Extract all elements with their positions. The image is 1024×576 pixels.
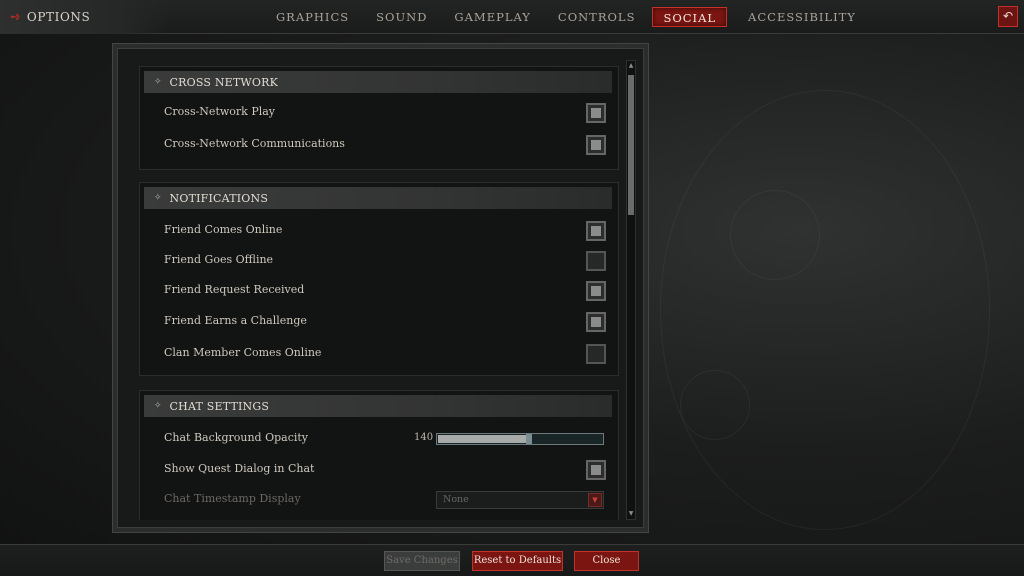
- top-bar: ➺ OPTIONS GRAPHICS SOUND GAMEPLAY CONTRO…: [0, 0, 1024, 34]
- tab-sound[interactable]: SOUND: [366, 7, 437, 27]
- tab-bar: GRAPHICS SOUND GAMEPLAY CONTROLS SOCIAL …: [266, 7, 867, 27]
- setting-friend-earns-challenge[interactable]: Friend Earns a Challenge: [140, 311, 620, 333]
- setting-label: Friend Goes Offline: [164, 253, 274, 266]
- section-header: ✧ CROSS NETWORK: [144, 71, 612, 93]
- setting-chat-background-opacity: Chat Background Opacity 140: [140, 428, 620, 450]
- setting-cross-network-communications[interactable]: Cross-Network Communications: [140, 134, 620, 156]
- tab-social[interactable]: SOCIAL: [652, 7, 728, 27]
- section-header: ✧ NOTIFICATIONS: [144, 187, 612, 209]
- dropdown-value: None: [443, 494, 469, 505]
- diamond-icon: ✧: [154, 77, 162, 87]
- scroll-thumb[interactable]: [628, 75, 634, 215]
- setting-label: Chat Timestamp Display: [164, 492, 301, 505]
- back-button[interactable]: ↶: [998, 6, 1018, 27]
- checkbox[interactable]: [586, 460, 606, 480]
- checkbox[interactable]: [586, 135, 606, 155]
- arrow-icon: ➺: [10, 9, 21, 25]
- setting-label: Chat Background Opacity: [164, 431, 309, 444]
- setting-show-quest-dialog[interactable]: Show Quest Dialog in Chat: [140, 459, 620, 481]
- section-header: ✧ CHAT SETTINGS: [144, 395, 612, 417]
- checkbox[interactable]: [586, 103, 606, 123]
- setting-label: Show Quest Dialog in Chat: [164, 462, 315, 475]
- options-list[interactable]: ✧ CROSS NETWORK Cross-Network Play Cross…: [125, 56, 622, 520]
- diamond-icon: ✧: [154, 401, 162, 411]
- close-button[interactable]: Close: [574, 551, 639, 571]
- setting-label: Cross-Network Communications: [164, 137, 345, 150]
- section-notifications: ✧ NOTIFICATIONS Friend Comes Online Frie…: [139, 182, 619, 376]
- slider-fill: [438, 435, 526, 443]
- bottom-bar: Save Changes Reset to Defaults Close: [0, 544, 1024, 576]
- tab-gameplay[interactable]: GAMEPLAY: [444, 7, 540, 27]
- tab-graphics[interactable]: GRAPHICS: [266, 7, 359, 27]
- section-title: NOTIFICATIONS: [169, 191, 269, 205]
- scroll-up-icon[interactable]: ▲: [627, 61, 635, 71]
- setting-label: Friend Comes Online: [164, 223, 283, 236]
- tab-controls[interactable]: CONTROLS: [548, 7, 646, 27]
- setting-clan-member-comes-online[interactable]: Clan Member Comes Online: [140, 343, 620, 365]
- setting-cross-network-play[interactable]: Cross-Network Play: [140, 102, 620, 124]
- options-title: ➺ OPTIONS: [0, 0, 170, 34]
- scrollbar[interactable]: ▲ ▼: [626, 60, 636, 520]
- checkbox[interactable]: [586, 221, 606, 241]
- chevron-down-icon[interactable]: ▼: [588, 493, 602, 507]
- setting-label: Cross-Network Play: [164, 105, 276, 118]
- tab-accessibility[interactable]: ACCESSIBILITY: [738, 7, 866, 27]
- section-title: CROSS NETWORK: [169, 75, 279, 89]
- undo-arrow-icon: ↶: [1002, 9, 1014, 23]
- setting-chat-timestamp-display: Chat Timestamp Display None ▼: [140, 489, 620, 511]
- section-cross-network: ✧ CROSS NETWORK Cross-Network Play Cross…: [139, 66, 619, 170]
- opacity-slider[interactable]: [436, 433, 604, 445]
- setting-friend-goes-offline[interactable]: Friend Goes Offline: [140, 250, 620, 272]
- slider-handle[interactable]: [526, 434, 532, 444]
- background-rune: [660, 90, 990, 530]
- checkbox[interactable]: [586, 344, 606, 364]
- checkbox[interactable]: [586, 281, 606, 301]
- options-title-text: OPTIONS: [26, 10, 91, 24]
- reset-to-defaults-button[interactable]: Reset to Defaults: [472, 551, 563, 571]
- setting-friend-request-received[interactable]: Friend Request Received: [140, 280, 620, 302]
- timestamp-dropdown[interactable]: None ▼: [436, 491, 604, 509]
- setting-label: Clan Member Comes Online: [164, 346, 322, 359]
- setting-friend-comes-online[interactable]: Friend Comes Online: [140, 220, 620, 242]
- options-panel: ✧ CROSS NETWORK Cross-Network Play Cross…: [113, 44, 648, 532]
- setting-label: Friend Earns a Challenge: [164, 314, 307, 327]
- checkbox[interactable]: [586, 251, 606, 271]
- section-title: CHAT SETTINGS: [169, 399, 270, 413]
- setting-label: Friend Request Received: [164, 283, 305, 296]
- section-chat-settings: ✧ CHAT SETTINGS Chat Background Opacity …: [139, 390, 619, 520]
- checkbox[interactable]: [586, 312, 606, 332]
- scroll-down-icon[interactable]: ▼: [627, 509, 635, 519]
- slider-value: 140: [414, 432, 434, 443]
- save-changes-button[interactable]: Save Changes: [384, 551, 460, 571]
- diamond-icon: ✧: [154, 193, 162, 203]
